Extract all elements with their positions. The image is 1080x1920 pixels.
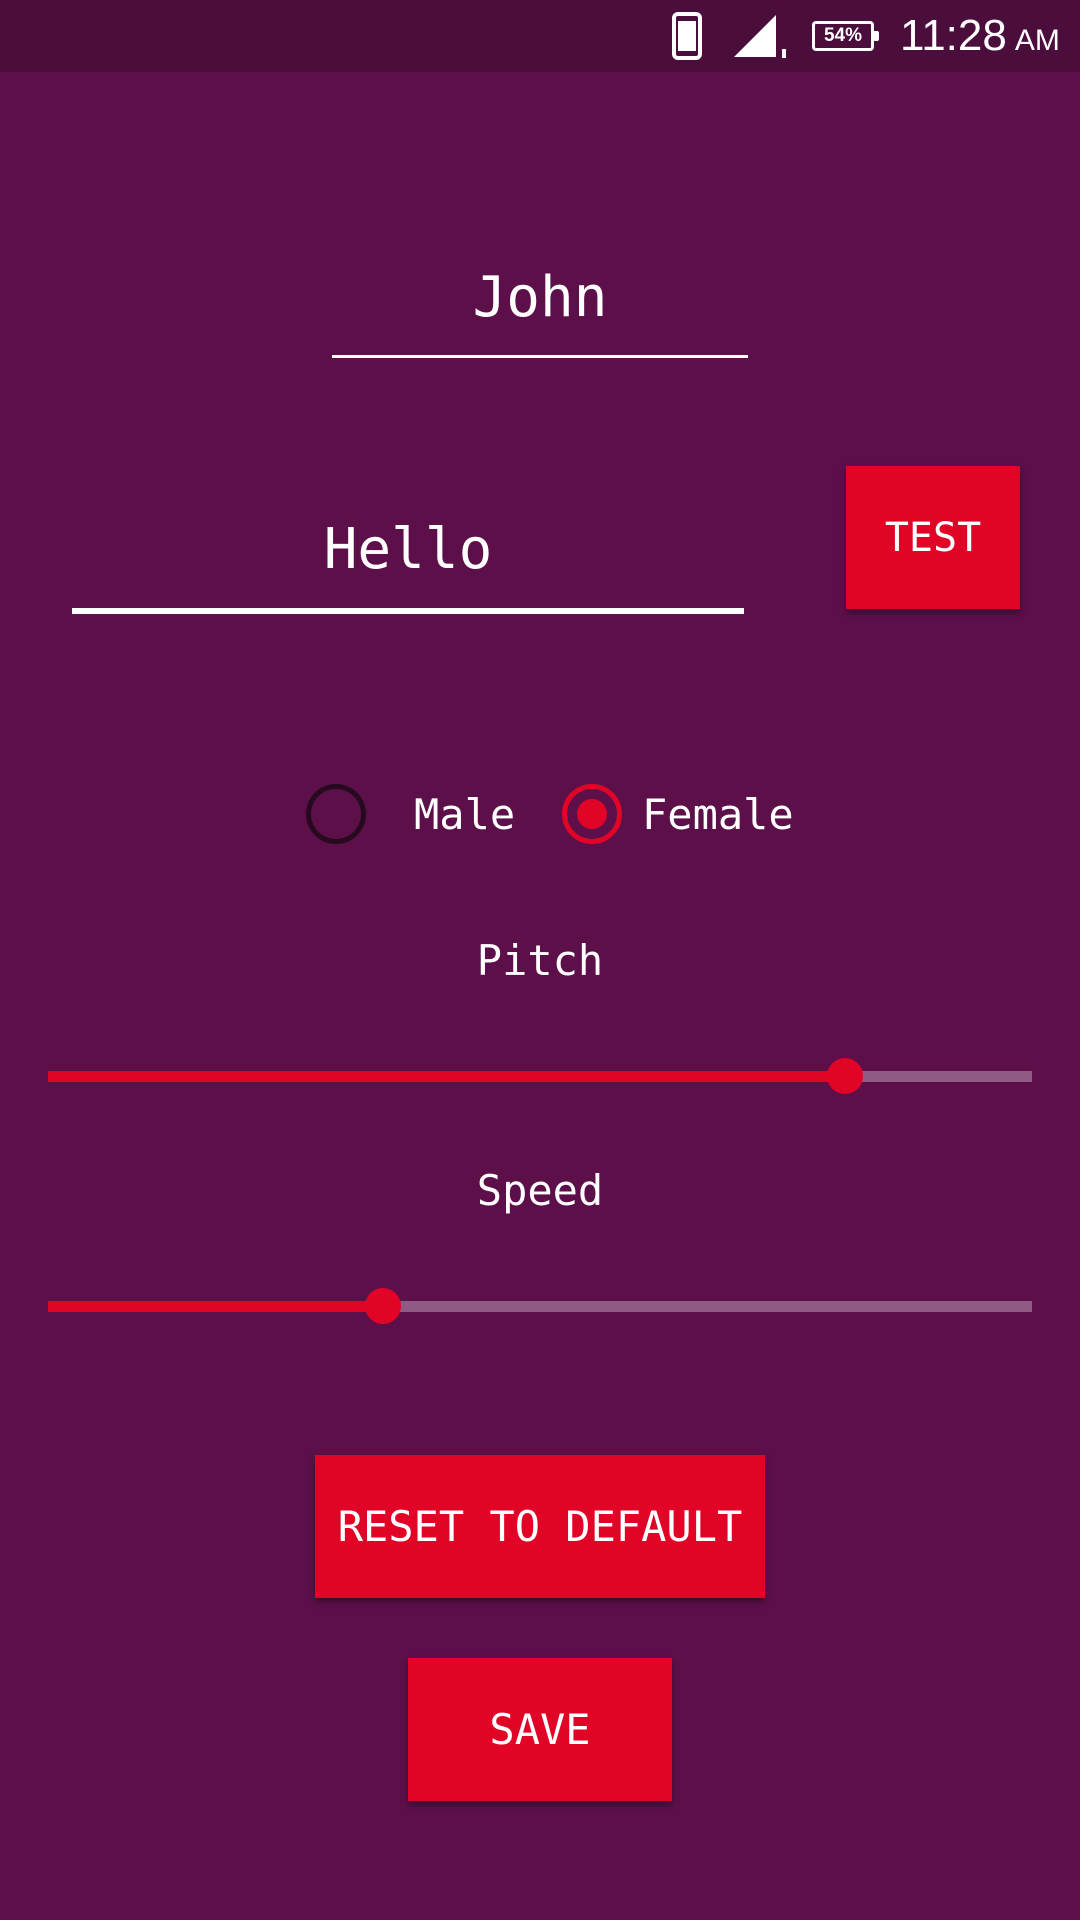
pitch-slider-thumb[interactable] <box>827 1058 864 1094</box>
signal-icon <box>732 0 792 72</box>
pitch-slider[interactable] <box>48 1056 1032 1096</box>
female-radio-label[interactable]: Female <box>642 784 794 844</box>
battery-level: 54% <box>812 21 879 51</box>
speed-label: Speed <box>476 1166 604 1215</box>
clock: 11:28 AM <box>900 0 1060 72</box>
female-radio[interactable] <box>562 784 622 844</box>
phone-icon <box>672 0 702 72</box>
clock-time: 11:28 <box>900 11 1007 60</box>
message-input[interactable]: Hello <box>72 490 744 614</box>
name-input[interactable]: John <box>332 240 748 358</box>
pitch-slider-fill <box>48 1071 846 1082</box>
reset-to-default-button[interactable]: RESET TO DEFAULT <box>315 1455 765 1598</box>
male-radio[interactable] <box>306 784 366 844</box>
status-bar: 54% 11:28 AM <box>0 0 1080 72</box>
save-button[interactable]: SAVE <box>408 1658 672 1801</box>
pitch-label: Pitch <box>476 936 604 985</box>
speed-slider-fill <box>48 1301 383 1312</box>
speed-slider-thumb[interactable] <box>364 1288 401 1324</box>
radio-selected-dot <box>577 799 607 829</box>
battery-icon: 54% <box>812 0 879 72</box>
male-radio-label[interactable]: Male <box>414 784 515 844</box>
speed-slider[interactable] <box>48 1286 1032 1326</box>
test-button[interactable]: TEST <box>846 466 1020 609</box>
clock-ampm: AM <box>1014 24 1060 57</box>
